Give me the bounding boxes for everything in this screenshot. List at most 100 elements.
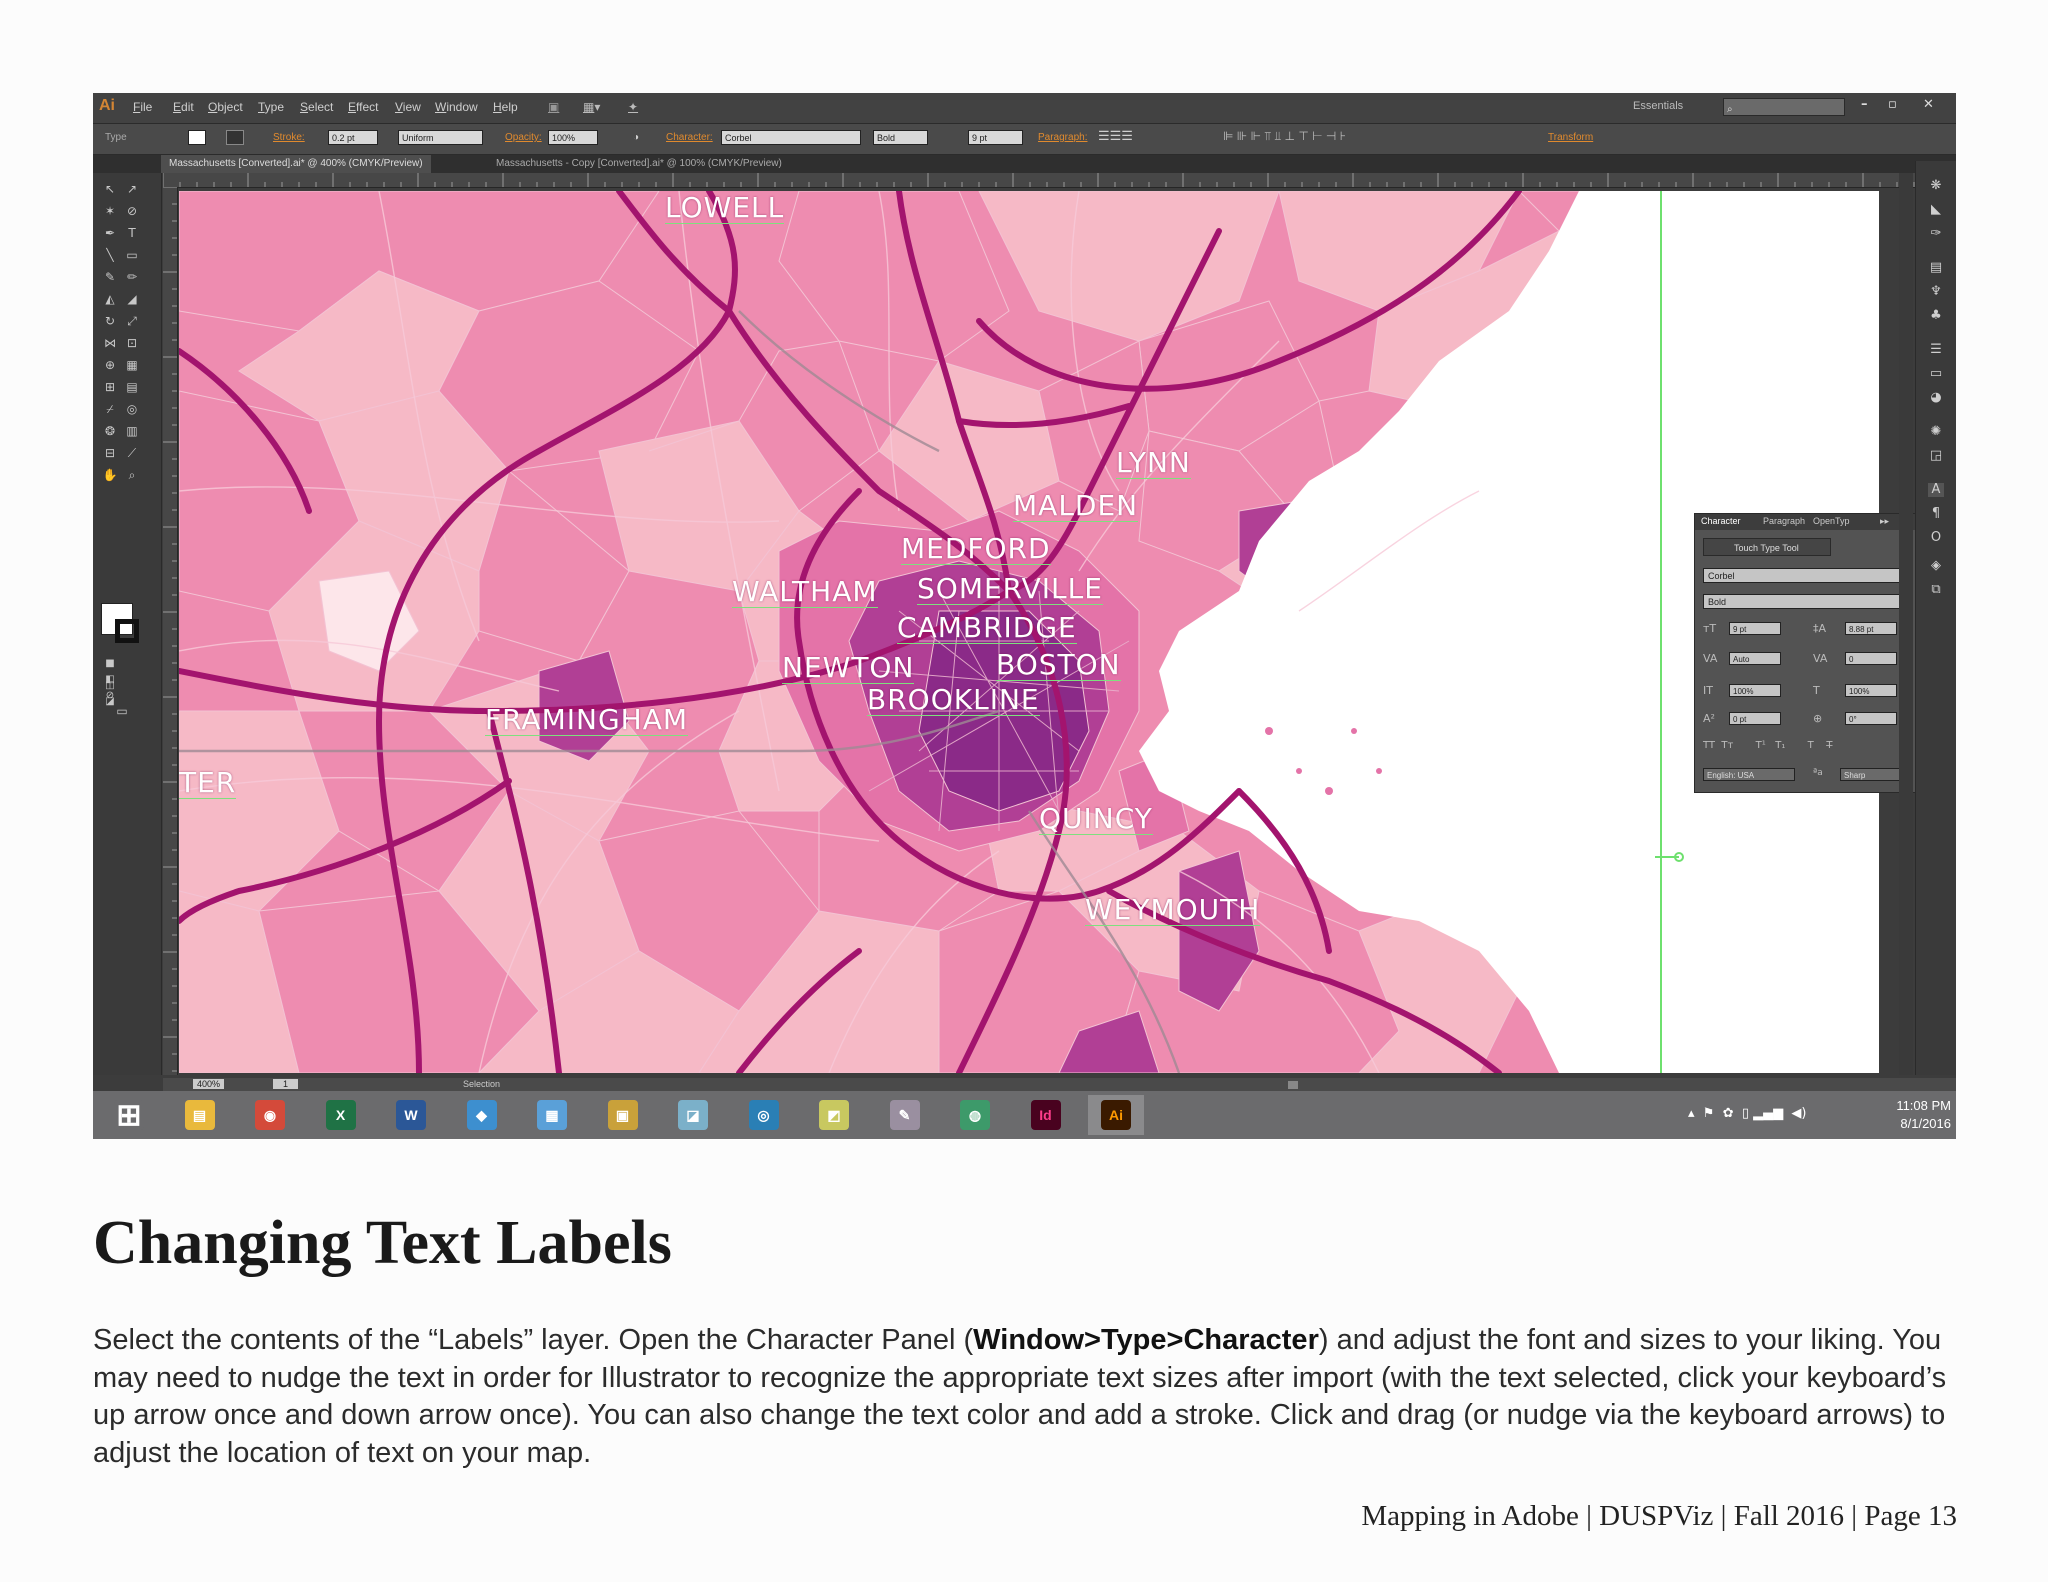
- taskbar-illustrator[interactable]: Ai: [1088, 1095, 1144, 1135]
- links-icon[interactable]: ⧉: [1928, 583, 1944, 597]
- label-lynn[interactable]: LYNN: [1116, 448, 1191, 479]
- tracking-field[interactable]: 0: [1845, 652, 1897, 665]
- restore-button[interactable]: ▫: [1888, 97, 1897, 112]
- artboard-tool-icon[interactable]: ⊟: [101, 445, 119, 461]
- free-transform-tool-icon[interactable]: ⊡: [123, 335, 141, 351]
- text-style-buttons[interactable]: TT Tт T¹ T₁ T T̶: [1703, 740, 1833, 751]
- panel-font-family-select[interactable]: Corbel: [1703, 568, 1911, 584]
- slice-tool-icon[interactable]: ⟋: [123, 445, 141, 461]
- artboard-number[interactable]: 1: [273, 1079, 299, 1089]
- system-tray-icons[interactable]: ▴ ⚑ ✿ ▯ ▂▄▆ ◀): [1688, 1106, 1806, 1121]
- tab-character[interactable]: Character: [1701, 516, 1741, 526]
- label-somerville[interactable]: SOMERVILLE: [917, 574, 1103, 605]
- swatches-icon[interactable]: ◣: [1928, 203, 1944, 217]
- transform-label[interactable]: Transform: [1548, 132, 1593, 143]
- taskbar-windows-start[interactable]: ⊞: [101, 1095, 157, 1135]
- label-lowell[interactable]: LOWELL: [665, 193, 785, 224]
- kerning-field[interactable]: Auto: [1729, 652, 1781, 665]
- label-brookline[interactable]: BROOKLINE: [867, 685, 1040, 716]
- menu-file[interactable]: File: [133, 100, 152, 114]
- taskbar-calculator[interactable]: ▦: [524, 1095, 580, 1135]
- lasso-tool-icon[interactable]: ⊘: [123, 203, 141, 219]
- magic-wand-tool-icon[interactable]: ✶: [101, 203, 119, 219]
- artboard-map[interactable]: LOWELL LYNN MALDEN MEDFORD WALTHAM SOMER…: [179, 191, 1879, 1073]
- taskbar-app-box[interactable]: ▣: [595, 1095, 651, 1135]
- color-mode-icons[interactable]: ■ ◧ ⊘: [101, 656, 119, 701]
- width-tool-icon[interactable]: ⋈: [101, 335, 119, 351]
- menu-type[interactable]: Type: [258, 100, 284, 114]
- menu-help[interactable]: Help: [493, 100, 518, 114]
- taskbar-app-globe[interactable]: ◍: [947, 1095, 1003, 1135]
- menu-view[interactable]: View: [395, 100, 421, 114]
- shape-builder-tool-icon[interactable]: ⊕: [101, 357, 119, 373]
- gpu-icon[interactable]: ✦: [628, 100, 638, 114]
- opentype-panel-icon[interactable]: O: [1928, 531, 1944, 545]
- club-icon[interactable]: ♣: [1928, 309, 1944, 323]
- tab-massachusetts-copy[interactable]: Massachusetts - Copy [Converted].ai* @ 1…: [488, 155, 790, 173]
- align-buttons[interactable]: ☰☰☰: [1098, 128, 1133, 144]
- minimize-button[interactable]: –: [1861, 97, 1868, 112]
- label-quincy[interactable]: QUINCY: [1039, 804, 1153, 835]
- font-size-field[interactable]: 9 pt: [968, 130, 1023, 145]
- perspective-grid-tool-icon[interactable]: ▦: [123, 357, 141, 373]
- workspace-switcher[interactable]: Essentials: [1633, 100, 1683, 112]
- layers-icon[interactable]: ◈: [1928, 559, 1944, 573]
- vertical-scale-field[interactable]: 100%: [1729, 684, 1781, 697]
- touch-type-tool-button[interactable]: Touch Type Tool: [1703, 538, 1831, 556]
- menu-edit[interactable]: Edit: [173, 100, 194, 114]
- draw-mode-icons[interactable]: ◫ ◪: [101, 678, 119, 707]
- blob-brush-tool-icon[interactable]: ◭: [101, 291, 119, 307]
- line-tool-icon[interactable]: ╲: [101, 247, 119, 263]
- mesh-tool-icon[interactable]: ⊞: [101, 379, 119, 395]
- opacity-field[interactable]: 100%: [548, 130, 598, 145]
- label-boston[interactable]: BOSTON: [996, 650, 1121, 681]
- label-medford[interactable]: MEDFORD: [901, 534, 1051, 565]
- eraser-tool-icon[interactable]: ◢: [123, 291, 141, 307]
- label-cambridge[interactable]: CAMBRIDGE: [897, 613, 1077, 644]
- arrange-docs-icon[interactable]: ▦▾: [583, 100, 600, 114]
- brushes-icon[interactable]: ✑: [1928, 227, 1944, 241]
- menu-window[interactable]: Window: [435, 100, 478, 114]
- pen-tool-icon[interactable]: ✒: [101, 225, 119, 241]
- character-rotation-field[interactable]: 0°: [1845, 712, 1897, 725]
- taskbar-file-explorer[interactable]: ▤: [172, 1095, 228, 1135]
- direct-selection-tool-icon[interactable]: ↗: [123, 181, 141, 197]
- character-label[interactable]: Character:: [666, 132, 713, 143]
- taskbar-chrome[interactable]: ◉: [242, 1095, 298, 1135]
- label-ter[interactable]: TER: [179, 768, 237, 799]
- column-graph-tool-icon[interactable]: ▥: [123, 423, 141, 439]
- language-select[interactable]: English: USA: [1703, 768, 1795, 781]
- opacity-label[interactable]: Opacity:: [505, 132, 542, 143]
- paintbrush-tool-icon[interactable]: ✎: [101, 269, 119, 285]
- taskbar-app-paint[interactable]: ✎: [877, 1095, 933, 1135]
- stroke-label[interactable]: Stroke:: [273, 132, 305, 143]
- label-framingham[interactable]: FRAMINGHAM: [485, 705, 689, 736]
- blend-tool-icon[interactable]: ◎: [123, 401, 141, 417]
- taskbar-indesign[interactable]: Id: [1018, 1095, 1074, 1135]
- leading-field[interactable]: 8.88 pt: [1845, 622, 1897, 635]
- rectangle-tool-icon[interactable]: ▭: [123, 247, 141, 263]
- taskbar-app-diamond[interactable]: ◆: [454, 1095, 510, 1135]
- stroke-color-swatch[interactable]: [115, 619, 139, 643]
- taskbar-word[interactable]: W: [383, 1095, 439, 1135]
- taskbar-app-search[interactable]: ◎: [736, 1095, 792, 1135]
- appearance-icon[interactable]: ✺: [1928, 425, 1944, 439]
- close-button[interactable]: ✕: [1923, 97, 1934, 112]
- tab-opentype[interactable]: OpenTyp: [1813, 516, 1850, 526]
- baseline-shift-field[interactable]: 0 pt: [1729, 712, 1781, 725]
- label-waltham[interactable]: WALTHAM: [732, 577, 878, 608]
- vertical-scrollbar[interactable]: [1899, 173, 1913, 1075]
- taskbar-excel[interactable]: X: [313, 1095, 369, 1135]
- menu-effect[interactable]: Effect: [348, 100, 378, 114]
- artboards-icon[interactable]: ◲: [1928, 449, 1944, 463]
- taskbar-app-sheet[interactable]: ◪: [665, 1095, 721, 1135]
- tab-paragraph[interactable]: Paragraph: [1763, 516, 1805, 526]
- horizontal-scale-field[interactable]: 100%: [1845, 684, 1897, 697]
- label-weymouth[interactable]: WEYMOUTH: [1085, 895, 1261, 926]
- stroke-weight-field[interactable]: 0.2 pt: [328, 130, 378, 145]
- fill-swatch[interactable]: [188, 130, 206, 145]
- type-tool-icon[interactable]: T: [123, 225, 141, 241]
- zoom-tool-icon[interactable]: ⌕: [123, 467, 141, 483]
- character-panel-icon[interactable]: A: [1928, 483, 1944, 497]
- recolor-icon[interactable]: ◑: [633, 132, 639, 143]
